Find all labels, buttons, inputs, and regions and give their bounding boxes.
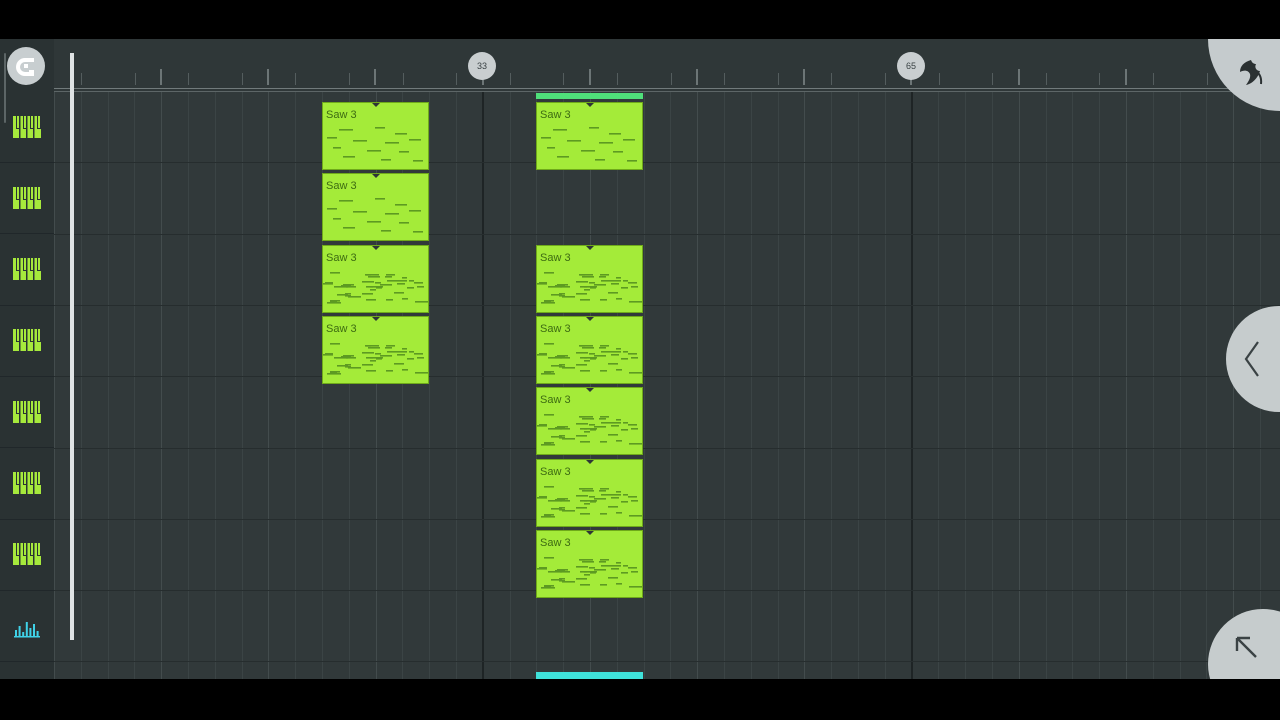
pattern-clip[interactable]: Saw 3 — [536, 245, 643, 313]
clip-label: Saw 3 — [326, 109, 357, 121]
track-7-button[interactable] — [0, 519, 54, 591]
track-5-button[interactable] — [0, 376, 54, 449]
note-preview — [541, 127, 637, 162]
track-3-button[interactable] — [0, 234, 54, 306]
note-preview — [323, 343, 428, 375]
clip-label: Saw 3 — [326, 252, 357, 264]
navigation-bar — [0, 679, 1280, 720]
clip-label: Saw 3 — [540, 394, 571, 406]
track-1-button[interactable] — [0, 91, 54, 163]
clip-label: Saw 3 — [540, 323, 571, 335]
selected-clip-indicator — [536, 93, 643, 99]
piano-keys-icon — [13, 400, 41, 423]
piano-keys-icon — [13, 472, 41, 494]
track-2-button[interactable] — [0, 162, 54, 235]
pattern-clip[interactable]: Saw 3 — [536, 530, 643, 598]
arrow-up-left-icon — [1235, 636, 1257, 658]
timeline-ruler[interactable]: 33 65 — [54, 39, 1280, 92]
magnet-icon — [16, 58, 34, 76]
pattern-clip[interactable]: Saw 3 — [536, 102, 643, 170]
piano-keys-icon — [13, 329, 41, 352]
automation-icon — [14, 621, 40, 638]
playhead[interactable] — [70, 53, 74, 640]
piano-keys-icon — [13, 258, 41, 281]
note-preview — [327, 127, 423, 162]
pattern-clip[interactable]: Saw 3 — [322, 102, 429, 170]
piano-keys-icon — [13, 115, 41, 138]
chevron-left-icon — [1244, 341, 1259, 377]
pattern-clip[interactable]: Saw 3 — [322, 173, 429, 241]
track-sidebar — [0, 39, 55, 679]
pattern-clip[interactable]: Saw 3 — [536, 387, 643, 455]
playlist-grid[interactable] — [54, 92, 1280, 679]
track-6-button[interactable] — [0, 448, 54, 520]
pattern-clip[interactable]: Saw 3 — [536, 459, 643, 527]
note-preview — [537, 486, 642, 518]
note-preview — [537, 557, 642, 589]
bar-marker-65[interactable]: 65 — [897, 52, 925, 80]
note-preview — [537, 343, 642, 375]
bar-marker-33[interactable]: 33 — [468, 52, 496, 80]
track-8-button[interactable] — [0, 590, 54, 663]
pattern-clip[interactable]: Saw 3 — [536, 316, 643, 384]
pattern-clip[interactable]: Saw 3 — [322, 245, 429, 313]
piano-keys-icon — [13, 186, 41, 209]
magnet-snap-button[interactable] — [7, 47, 45, 85]
status-bar — [0, 0, 1280, 39]
piano-keys-icon — [13, 543, 41, 566]
fruit-logo-icon — [1240, 60, 1263, 85]
track-4-button[interactable] — [0, 305, 54, 377]
clip-label: Saw 3 — [540, 109, 571, 121]
note-preview — [537, 272, 642, 304]
clip-label: Saw 3 — [326, 323, 357, 335]
note-preview — [327, 198, 423, 233]
note-preview — [323, 272, 428, 304]
clip-label: Saw 3 — [326, 180, 357, 192]
pattern-clip[interactable]: Saw 3 — [322, 316, 429, 384]
clip-label: Saw 3 — [540, 252, 571, 264]
note-preview — [537, 414, 642, 446]
clip-label: Saw 3 — [540, 466, 571, 478]
clip-label: Saw 3 — [540, 537, 571, 549]
automation-clip[interactable] — [536, 672, 643, 679]
